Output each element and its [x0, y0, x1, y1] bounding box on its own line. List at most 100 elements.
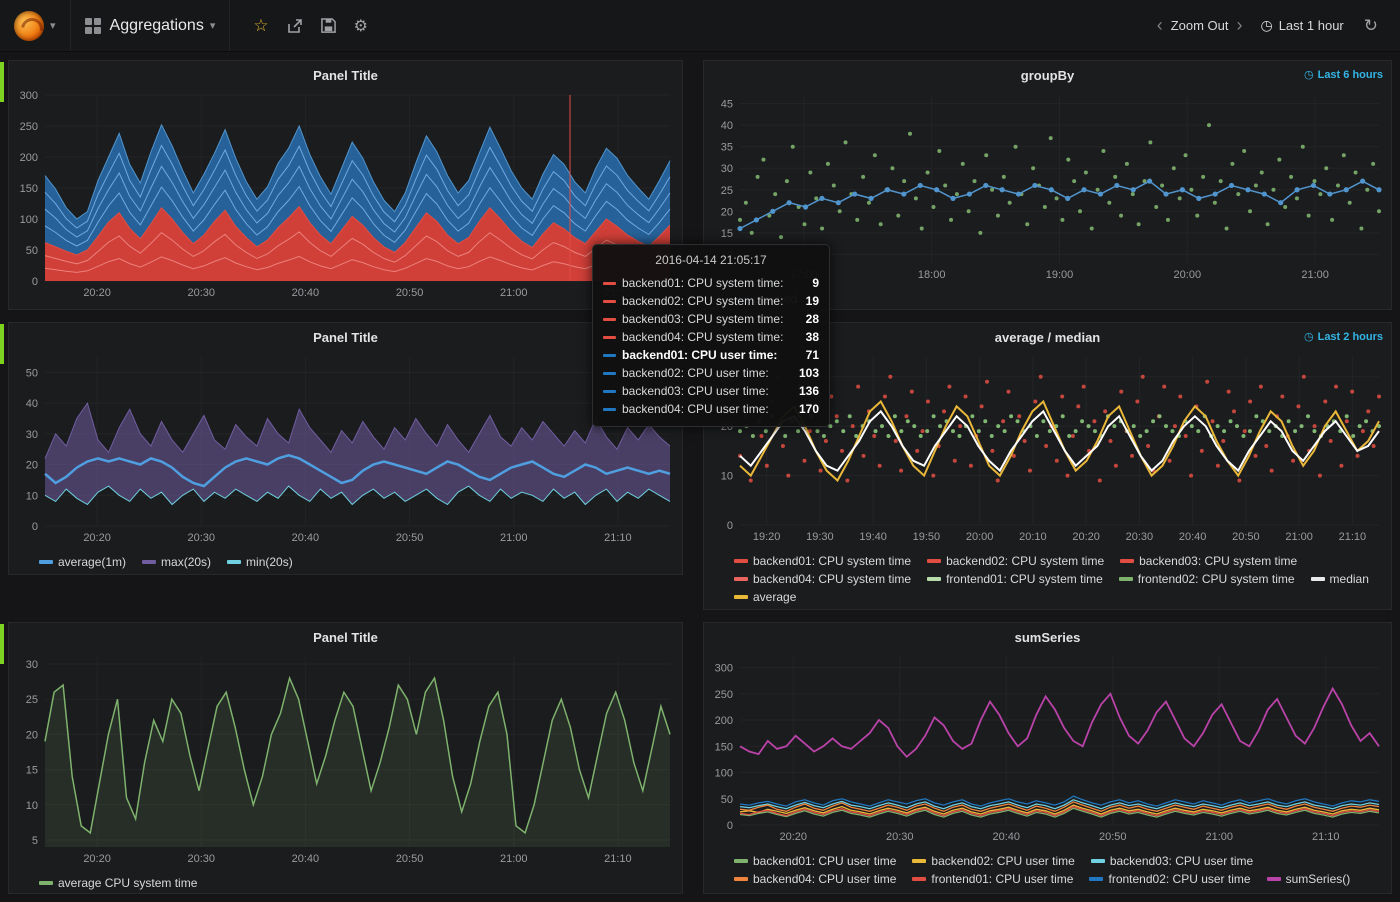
- svg-text:20: 20: [26, 460, 38, 472]
- svg-text:100: 100: [20, 214, 38, 226]
- legend-label: min(20s): [246, 553, 293, 571]
- chart-cpu-stacked[interactable]: 20:2020:3020:4020:5021:0021:100501001502…: [9, 87, 682, 306]
- clock-icon: ◷: [1304, 330, 1314, 343]
- svg-text:20:30: 20:30: [187, 532, 215, 544]
- share-button[interactable]: [278, 18, 312, 34]
- panel-time-override[interactable]: ◷ Last 6 hours: [1304, 68, 1383, 81]
- panel-title[interactable]: Panel Title: [9, 61, 682, 83]
- grafana-logo[interactable]: ▾: [0, 0, 71, 51]
- legend-item[interactable]: backend03: CPU system time: [1120, 552, 1297, 570]
- svg-text:20:00: 20:00: [966, 531, 994, 543]
- svg-text:20:40: 20:40: [1179, 531, 1207, 543]
- legend-item[interactable]: sumSeries(): [1267, 870, 1351, 888]
- legend-label: average(1m): [58, 553, 126, 571]
- zoom-out-button[interactable]: Zoom Out: [1171, 18, 1229, 33]
- top-navbar: ▾ Aggregations ▾ ☆ ⚙ ‹ Zoom Out › ◷ Last…: [0, 0, 1400, 52]
- svg-text:20:20: 20:20: [1072, 531, 1100, 543]
- tooltip-series-value: 28: [806, 310, 819, 328]
- svg-text:300: 300: [715, 663, 733, 675]
- save-button[interactable]: [312, 18, 345, 33]
- legend-item[interactable]: backend02: CPU user time: [912, 852, 1074, 870]
- legend-item[interactable]: backend04: CPU system time: [734, 570, 911, 588]
- tooltip-series-value: 38: [806, 328, 819, 346]
- svg-text:21:00: 21:00: [1285, 531, 1313, 543]
- svg-text:15: 15: [721, 228, 733, 240]
- legend-item[interactable]: min(20s): [227, 553, 293, 571]
- legend-item[interactable]: average CPU system time: [39, 874, 197, 892]
- svg-text:20:50: 20:50: [1099, 831, 1127, 843]
- tooltip-row: backend03: CPU system time:28: [603, 310, 819, 328]
- legend-item[interactable]: frontend01: CPU user time: [912, 870, 1073, 888]
- svg-text:15: 15: [26, 765, 38, 777]
- legend-label: backend01: CPU user time: [753, 852, 896, 870]
- svg-text:18:00: 18:00: [918, 269, 946, 281]
- legend-item[interactable]: backend01: CPU system time: [734, 552, 911, 570]
- legend-item[interactable]: frontend02: CPU user time: [1089, 870, 1250, 888]
- chart-sumseries[interactable]: 20:2020:3020:4020:5021:0021:100501001502…: [704, 649, 1391, 850]
- chart-average-cpu[interactable]: 20:2020:3020:4020:5021:0021:105101520253…: [9, 649, 682, 872]
- series-color-dash: [603, 282, 616, 285]
- svg-text:20:50: 20:50: [1232, 531, 1260, 543]
- svg-text:20:40: 20:40: [292, 287, 320, 299]
- refresh-button[interactable]: ↻: [1354, 16, 1388, 36]
- svg-text:20:30: 20:30: [187, 287, 215, 299]
- legend-item[interactable]: backend03: CPU user time: [1091, 852, 1253, 870]
- svg-text:21:00: 21:00: [500, 532, 528, 544]
- legend-item[interactable]: backend04: CPU user time: [734, 870, 896, 888]
- star-button[interactable]: ☆: [244, 16, 277, 36]
- legend-item[interactable]: backend02: CPU system time: [927, 552, 1104, 570]
- legend-label: backend02: CPU user time: [931, 852, 1074, 870]
- clock-icon: ◷: [1260, 17, 1272, 34]
- panel-time-override[interactable]: ◷ Last 2 hours: [1304, 330, 1383, 343]
- legend-label: backend02: CPU system time: [946, 552, 1104, 570]
- legend: backend01: CPU system time backend02: CPU…: [734, 552, 1391, 610]
- legend: average(1m) max(20s) min(20s): [39, 553, 682, 575]
- svg-text:0: 0: [32, 521, 38, 533]
- tooltip-row: backend04: CPU system time:38: [603, 328, 819, 346]
- settings-button[interactable]: ⚙: [345, 16, 377, 36]
- legend-item[interactable]: frontend02: CPU system time: [1119, 570, 1295, 588]
- chart-avg-max-min[interactable]: 20:2020:3020:4020:5021:0021:100102030405…: [9, 349, 682, 551]
- svg-text:21:00: 21:00: [1205, 831, 1233, 843]
- row-toggle-bar[interactable]: [0, 62, 4, 102]
- legend-label: average: [753, 588, 796, 606]
- panel-title[interactable]: groupBy: [704, 61, 1391, 83]
- legend-color-swatch: [39, 881, 53, 885]
- legend-color-swatch: [734, 595, 748, 599]
- legend: grouped: [734, 290, 1391, 312]
- svg-text:21:00: 21:00: [500, 853, 528, 865]
- legend-color-swatch: [734, 577, 748, 581]
- row-toggle-bar[interactable]: [0, 324, 4, 364]
- svg-text:20:30: 20:30: [1126, 531, 1154, 543]
- legend-item[interactable]: max(20s): [142, 553, 211, 571]
- legend-item[interactable]: backend01: CPU user time: [734, 852, 896, 870]
- legend-item[interactable]: average(1m): [39, 553, 126, 571]
- legend-item[interactable]: median: [1311, 570, 1369, 588]
- series-color-dash: [603, 354, 616, 357]
- svg-text:20:30: 20:30: [886, 831, 914, 843]
- panel-title[interactable]: Panel Title: [9, 623, 682, 645]
- panel-title[interactable]: sumSeries: [704, 623, 1391, 645]
- time-range-picker[interactable]: ◷ Last 1 hour: [1260, 17, 1343, 34]
- legend-label: max(20s): [161, 553, 211, 571]
- svg-text:0: 0: [32, 276, 38, 288]
- panel-title[interactable]: Panel Title: [9, 323, 682, 345]
- chevron-left-icon[interactable]: ‹: [1149, 15, 1171, 36]
- row-toggle-bar[interactable]: [0, 624, 4, 664]
- dashboard-picker[interactable]: Aggregations ▾: [71, 0, 231, 51]
- legend-item[interactable]: frontend01: CPU system time: [927, 570, 1103, 588]
- legend-label: frontend02: CPU system time: [1138, 570, 1295, 588]
- dashboard-grid: Panel Title 20:20 20:30 20:40 20:50 21:00 21:…: [0, 52, 1400, 902]
- svg-text:20:30: 20:30: [187, 853, 215, 865]
- legend-item[interactable]: average: [734, 588, 796, 606]
- svg-text:21:10: 21:10: [1312, 831, 1340, 843]
- legend-color-swatch: [1119, 577, 1133, 581]
- tooltip-row: backend03: CPU user time:136: [603, 382, 819, 400]
- chevron-right-icon[interactable]: ›: [1228, 15, 1250, 36]
- series-color-dash: [603, 336, 616, 339]
- tooltip-timestamp: 2016-04-14 21:05:17: [603, 253, 819, 274]
- svg-text:21:10: 21:10: [604, 853, 632, 865]
- svg-text:50: 50: [721, 794, 733, 806]
- series-color-dash: [603, 372, 616, 375]
- svg-text:19:40: 19:40: [859, 531, 887, 543]
